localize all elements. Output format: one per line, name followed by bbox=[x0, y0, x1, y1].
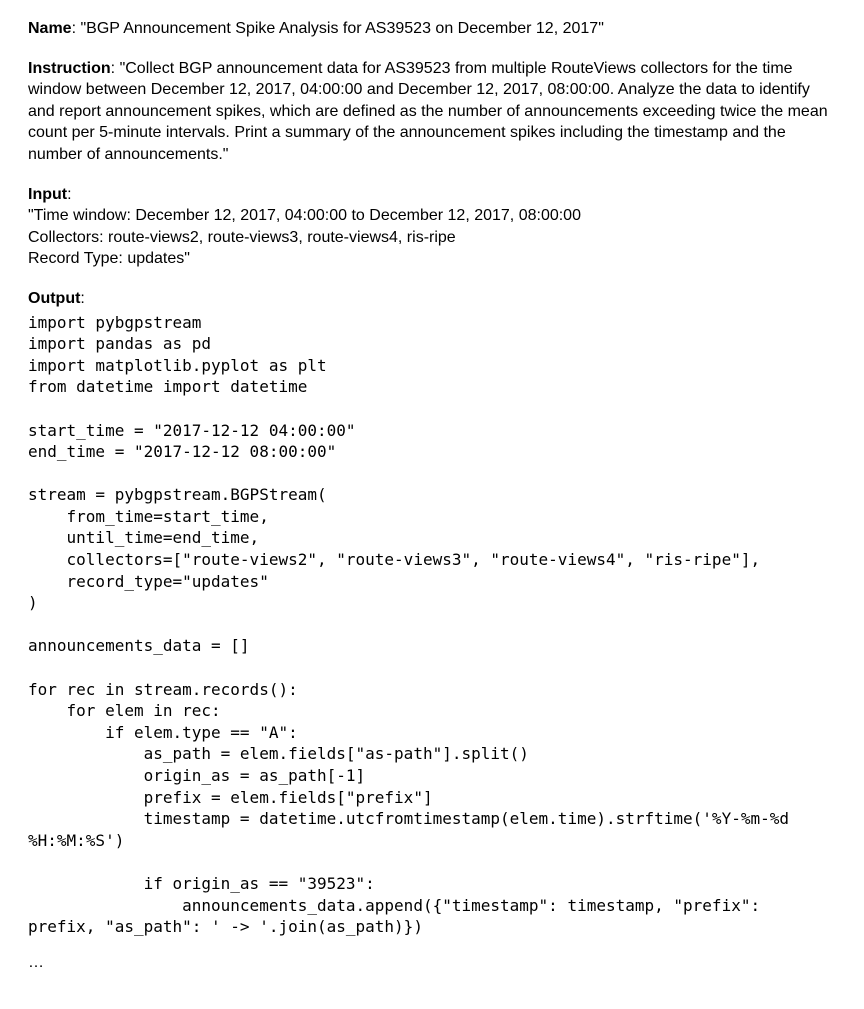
output-label: Output bbox=[28, 290, 80, 307]
name-block: Name: "BGP Announcement Spike Analysis f… bbox=[28, 18, 836, 40]
name-label: Name bbox=[28, 20, 72, 37]
colon: : bbox=[80, 290, 84, 307]
instruction-block: Instruction: "Collect BGP announcement d… bbox=[28, 58, 836, 166]
input-line: Record Type: updates" bbox=[28, 248, 836, 270]
input-block: Input: "Time window: December 12, 2017, … bbox=[28, 184, 836, 270]
input-label: Input bbox=[28, 186, 67, 203]
instruction-label: Instruction bbox=[28, 60, 111, 77]
input-line: "Time window: December 12, 2017, 04:00:0… bbox=[28, 205, 836, 227]
output-block: Output: import pybgpstream import pandas… bbox=[28, 288, 836, 973]
ellipsis: … bbox=[28, 952, 836, 974]
name-value: "BGP Announcement Spike Analysis for AS3… bbox=[80, 20, 603, 37]
input-line: Collectors: route-views2, route-views3, … bbox=[28, 227, 836, 249]
document-page: Name: "BGP Announcement Spike Analysis f… bbox=[0, 0, 864, 1009]
instruction-value: "Collect BGP announcement data for AS395… bbox=[28, 60, 828, 163]
output-code: import pybgpstream import pandas as pd i… bbox=[28, 312, 836, 938]
colon: : bbox=[67, 186, 71, 203]
colon: : bbox=[111, 60, 120, 77]
